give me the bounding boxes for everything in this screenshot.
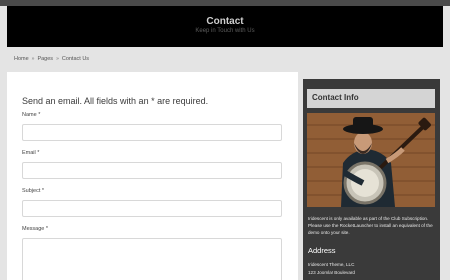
breadcrumb-current: Contact Us	[61, 56, 90, 62]
sidebar-title: Contact Info	[307, 89, 435, 108]
banjo-player-image	[307, 113, 435, 207]
message-field[interactable]	[22, 238, 282, 280]
email-field[interactable]	[22, 162, 282, 179]
sidebar-description: Iridescent is only available as part of …	[308, 216, 433, 235]
subject-label: Subject *	[22, 188, 45, 194]
contact-info-sidebar: Contact Info Iridescent is only availabl…	[303, 79, 440, 280]
breadcrumb: Home » Pages » Contact Us	[14, 56, 89, 62]
name-label: Name *	[22, 112, 41, 118]
breadcrumb-pages[interactable]: Pages	[37, 56, 53, 62]
page-subtitle: Keep in Touch with Us	[195, 28, 255, 34]
subject-field[interactable]	[22, 200, 282, 217]
contact-form-panel: Send an email. All fields with an * are …	[7, 72, 298, 280]
address-line: 123 Joomla! Boulevard	[308, 270, 355, 275]
double-chevron-right-icon: »	[56, 56, 59, 62]
breadcrumb-home[interactable]: Home	[14, 56, 29, 62]
page-title: Contact	[206, 16, 244, 27]
name-field[interactable]	[22, 124, 282, 141]
address-heading: Address	[308, 246, 336, 255]
form-heading: Send an email. All fields with an * are …	[22, 96, 209, 106]
double-chevron-right-icon: »	[31, 56, 35, 62]
address-line: Iridescent Theme, LLC	[308, 262, 355, 267]
email-label: Email *	[22, 150, 40, 156]
message-label: Message *	[22, 226, 48, 232]
page-header: Contact Keep in Touch with Us	[7, 6, 443, 47]
address-block: Iridescent Theme, LLC 123 Joomla! Boulev…	[308, 261, 355, 277]
